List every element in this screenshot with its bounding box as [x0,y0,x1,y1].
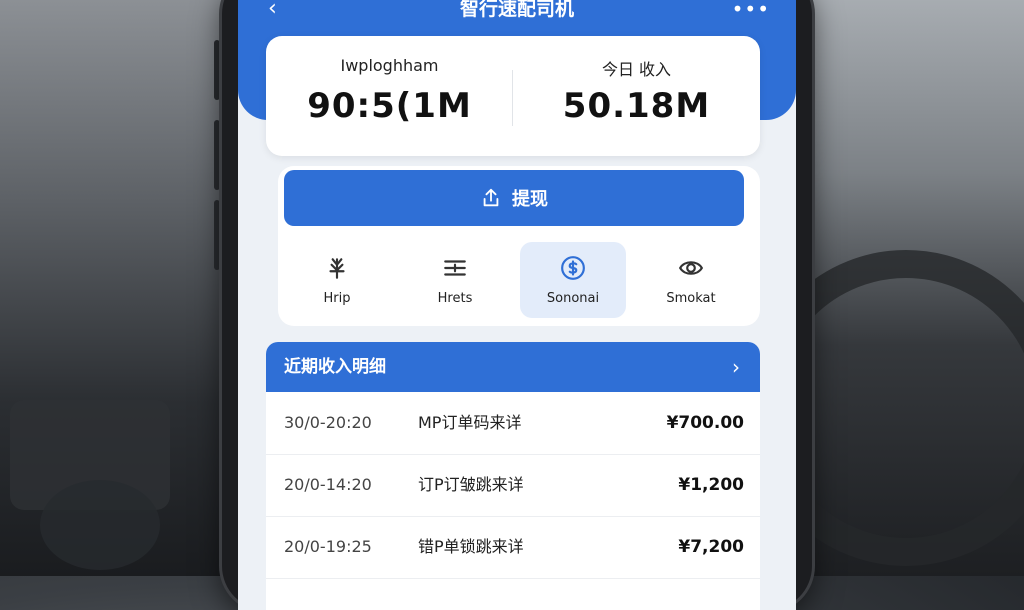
income-time: 20/0-14:20 [284,475,372,494]
app-title: 智行速配司机 [459,0,574,20]
quick-action-label: Hrets [437,290,473,306]
income-description: MP订单码来详 [418,413,522,432]
income-amount: ¥700.00 [666,413,744,433]
income-amount: ¥1,200 [678,475,744,495]
stat-today-income-value: 50.18M [562,86,711,126]
income-description: 错P单锁跳来详 [418,537,524,556]
income-time: 20/0-19:25 [284,537,372,556]
yen-sprout-icon [329,257,345,279]
recent-income-title: 近期收入明细 [284,357,386,377]
stat-today-income-label: 今日 收入 [601,60,672,79]
actions-card: 提现 Hrip Hrets Sononai Smokat [278,166,760,326]
quick-action-hrets[interactable]: Hrets [402,242,508,318]
withdraw-label: 提现 [512,189,548,210]
income-amount: ¥7,200 [678,537,744,557]
dollar-circle-icon [561,255,585,280]
quick-action-hrip[interactable]: Hrip [284,242,390,318]
stat-left-label: Iwploghham [340,56,439,75]
background-knob [40,480,160,570]
chevron-right-icon: › [732,355,740,379]
income-description: 订P订皱跳来详 [418,475,524,494]
withdraw-button[interactable]: 提现 [284,170,744,226]
income-row[interactable]: 20/0-14:20 订P订皱跳来详 ¥1,200 [266,454,760,517]
stat-left-value: 90:5(1M [307,86,472,126]
phone-frame: ‹ 智行速配司机 ••• Iwploghham 90:5(1M 今日 收入 50… [222,0,812,610]
earnings-summary-card: Iwploghham 90:5(1M 今日 收入 50.18M [266,36,760,156]
quick-action-label: Sononai [546,290,600,306]
stat-today-income: 今日 收入 50.18M [513,36,760,156]
quick-actions: Hrip Hrets Sononai Smokat [278,242,760,318]
sliders-icon [444,259,466,276]
income-row[interactable]: 30/0-20:20 MP订单码来详 ¥700.00 [266,392,760,455]
quick-action-sononai[interactable]: Sononai [520,242,626,318]
phone-side-button [214,200,220,270]
recent-income-card: 近期收入明细 › 30/0-20:20 MP订单码来详 ¥700.00 20/0… [266,342,760,610]
quick-action-smokat[interactable]: Smokat [638,242,744,318]
recent-income-header[interactable]: 近期收入明细 › [266,342,760,392]
phone-side-button [214,40,220,100]
stat-left: Iwploghham 90:5(1M [266,36,513,156]
quick-action-label: Hrip [323,290,351,306]
income-row[interactable]: 20/0-19:25 错P单锁跳来详 ¥7,200 [266,516,760,579]
quick-action-label: Smokat [666,290,716,306]
app-screen: ‹ 智行速配司机 ••• Iwploghham 90:5(1M 今日 收入 50… [238,0,796,610]
more-options-icon[interactable]: ••• [732,0,770,24]
top-bar: ‹ 智行速配司机 ••• [238,0,796,24]
phone-side-button [214,120,220,190]
eye-icon [678,260,704,275]
upload-icon [483,188,499,207]
income-time: 30/0-20:20 [284,413,372,432]
